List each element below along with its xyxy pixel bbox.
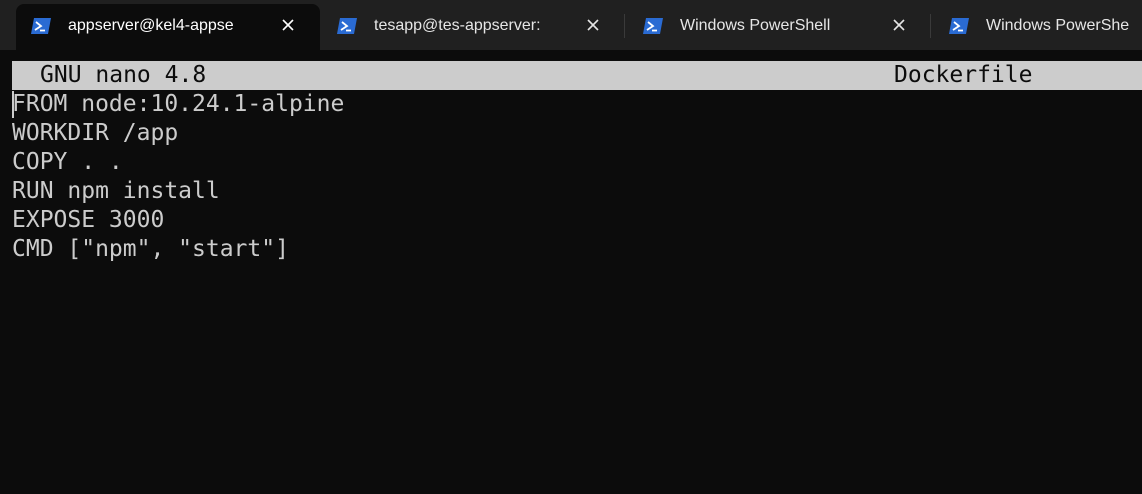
code-line: RUN npm install [12,178,220,204]
nano-filename: Dockerfile [894,62,1033,88]
nano-title-bar: GNU nano 4.8 Dockerfile [12,61,1142,90]
code-line: CMD ["npm", "start"] [12,236,289,262]
close-tab-button[interactable] [888,14,910,36]
terminal-window: appserver@kel4-appse tesapp@tes-appserve… [0,0,1142,494]
powershell-icon [31,18,51,34]
tab-title: tesapp@tes-appserver: [374,17,541,34]
close-icon [587,19,599,31]
tab-divider [930,14,931,38]
close-icon [282,19,294,31]
powershell-icon [337,18,357,34]
tab-title: Windows PowerShell [680,17,831,34]
tab-title: appserver@kel4-appse [68,17,234,34]
tab-appserver-kel4[interactable]: appserver@kel4-appse [16,4,320,50]
tab-tesapp[interactable]: tesapp@tes-appserver: [322,4,622,48]
close-tab-button[interactable] [582,14,604,36]
tab-windows-powershell[interactable]: Windows PowerShell [628,4,928,48]
code-line: FROM node:10.24.1-alpine [12,91,345,117]
tab-title: Windows PowerShe [986,17,1130,34]
code-line: WORKDIR /app [12,120,179,146]
terminal-pane[interactable]: GNU nano 4.8 Dockerfile FROM node:10.24.… [0,50,1142,494]
tab-windows-powershell-2[interactable]: Windows PowerShe [934,4,1142,48]
powershell-icon [643,18,663,34]
close-icon [893,19,905,31]
close-tab-button[interactable] [277,14,299,36]
code-line: EXPOSE 3000 [12,207,165,233]
tab-bar: appserver@kel4-appse tesapp@tes-appserve… [0,0,1142,50]
tab-divider [624,14,625,38]
text-cursor [12,91,14,118]
editor-buffer[interactable]: FROM node:10.24.1-alpine WORKDIR /app CO… [12,90,1132,264]
nano-version: GNU nano 4.8 [40,62,207,88]
code-line: COPY . . [12,149,123,175]
powershell-icon [949,18,969,34]
